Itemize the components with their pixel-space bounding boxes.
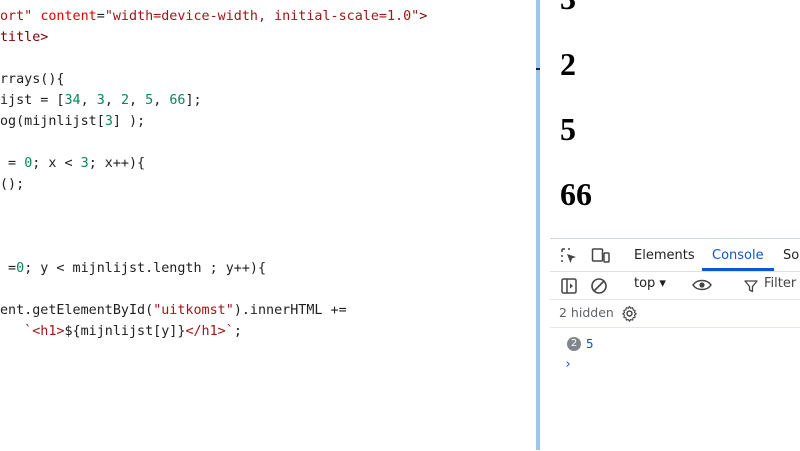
filter-input[interactable]: Filter: [764, 276, 796, 291]
eye-icon[interactable]: [692, 278, 712, 292]
tab-elements[interactable]: Elements: [634, 248, 695, 263]
code-line: title>: [0, 29, 48, 47]
code-token: ] );: [112, 114, 146, 129]
code-token: =: [0, 261, 17, 276]
code-token: `: [0, 324, 33, 339]
code-token: </h1>: [185, 324, 226, 339]
console-prompt[interactable]: ›: [564, 357, 572, 372]
code-token: ; y < mijnlijst.length ; y++){: [24, 261, 267, 276]
filter-icon: [744, 280, 758, 293]
code-token: 5: [145, 93, 154, 108]
code-line: `<h1>${mijnlijst[y]}</h1>`;: [0, 323, 242, 341]
code-token: title>: [0, 30, 49, 45]
inspect-element-icon[interactable]: [560, 247, 578, 265]
tab-console[interactable]: Console: [712, 248, 764, 263]
code-token: >: [419, 9, 428, 24]
code-line: ijst = [34, 3, 2, 5, 66];: [0, 92, 202, 110]
code-line: og(mijnlijst[3] );: [0, 113, 145, 131]
code-token: "width=device-width, initial-scale=1.0": [104, 9, 420, 24]
code-token: =: [96, 9, 105, 24]
code-token: 0: [16, 261, 25, 276]
sidebar-toggle-icon[interactable]: [560, 277, 578, 295]
code-token: og(mijnlijst[: [0, 114, 105, 129]
rendered-heading: 2: [560, 46, 576, 82]
code-token: ijst = [: [0, 93, 65, 108]
code-line: = 0; x < 3; x++){: [0, 155, 145, 173]
code-token: 3: [104, 114, 113, 129]
code-token: 34: [64, 93, 81, 108]
code-line: rrays(){: [0, 71, 65, 89]
code-token: ; x <: [32, 156, 81, 171]
code-editor[interactable]: -8">ort" content="width=device-width, in…: [0, 0, 536, 450]
code-token: ;: [233, 324, 242, 339]
log-message: 5: [586, 336, 594, 351]
code-token: ();: [0, 177, 25, 192]
code-token: 66: [169, 93, 186, 108]
devtools-tab-bar: Elements Console So: [550, 239, 800, 272]
code-token: ; x++){: [88, 156, 146, 171]
code-token: ,: [153, 93, 170, 108]
rendered-heading: 5: [560, 111, 576, 147]
gear-icon[interactable]: [621, 305, 638, 322]
code-token: ];: [185, 93, 202, 108]
code-token: <h1>: [32, 324, 65, 339]
browser-page-view: 3 2 5 66: [540, 0, 800, 238]
code-token: ${mijnlijst[y]}: [64, 324, 186, 339]
code-token: 3: [80, 156, 89, 171]
code-token: "uitkomst": [153, 303, 234, 318]
console-toolbar: top ▾ Filter: [550, 272, 800, 300]
rendered-heading: 66: [560, 176, 592, 212]
code-token: 2: [120, 93, 129, 108]
device-toolbar-icon[interactable]: [591, 247, 611, 265]
tab-sources[interactable]: So: [783, 248, 799, 263]
code-token: ,: [129, 93, 146, 108]
context-select[interactable]: top ▾: [634, 276, 666, 291]
code-token: ,: [104, 93, 121, 108]
code-line: ent.getElementById("uitkomst").innerHTML…: [0, 302, 347, 320]
devtools-panel: Elements Console So top ▾ Filter 2 hidde…: [550, 238, 800, 451]
code-line: ort" content="width=device-width, initia…: [0, 8, 427, 26]
clear-console-icon[interactable]: [590, 277, 608, 295]
code-token: ent.getElementById(: [0, 303, 154, 318]
code-line: -8">: [0, 0, 32, 5]
code-line: =0; y < mijnlijst.length ; y++){: [0, 260, 266, 278]
code-token: rrays(){: [0, 72, 65, 87]
code-token: ,: [80, 93, 97, 108]
code-token: `: [225, 324, 234, 339]
code-token: ).innerHTML +=: [233, 303, 347, 318]
code-token: -8">: [0, 0, 32, 3]
code-token: ort": [0, 9, 41, 24]
code-line: ();: [0, 176, 24, 194]
code-token: content: [40, 9, 97, 24]
hidden-messages-count[interactable]: 2 hidden: [559, 305, 614, 320]
log-repeat-count: 2: [567, 337, 581, 351]
active-tab-indicator: [702, 268, 774, 271]
code-token: 3: [96, 93, 105, 108]
hidden-messages-row: 2 hidden: [550, 300, 800, 328]
console-output[interactable]: 2 5 ›: [550, 327, 800, 451]
rendered-heading: 3: [560, 0, 576, 16]
code-token: =: [0, 156, 25, 171]
